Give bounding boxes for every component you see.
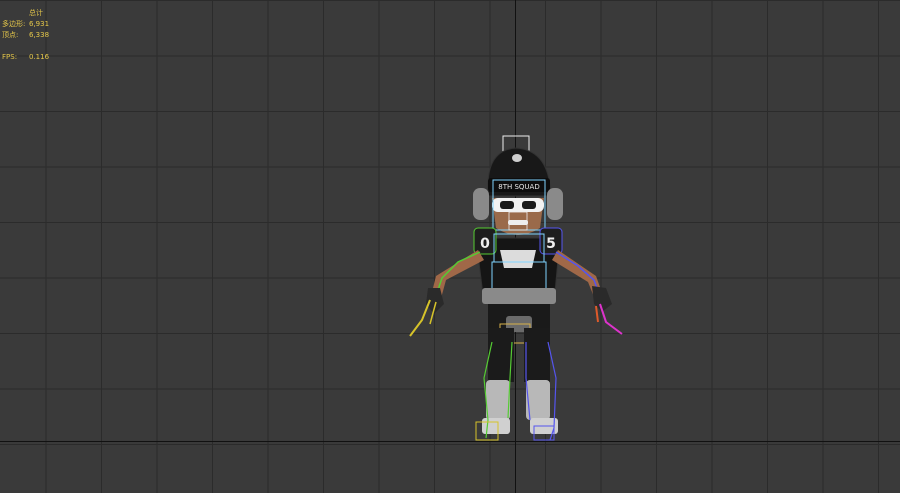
- goggles: [492, 198, 544, 212]
- polygons-label: 多边形:: [2, 20, 26, 28]
- scene-statistics-overlay: 总计 多边形: 6,931 顶点: 6,338 FPS: 0.116: [2, 8, 49, 63]
- vertices-label: 顶点:: [2, 31, 19, 39]
- vertices-value: 6,338: [29, 31, 50, 39]
- left-earpiece: [473, 188, 489, 220]
- left-boot: [486, 380, 510, 420]
- fps-value: 0.116: [29, 53, 50, 61]
- belt: [482, 288, 556, 304]
- stats-header: 总计: [29, 9, 43, 17]
- stats-fps-row: FPS: 0.116: [2, 52, 49, 63]
- left-pad-number: 0: [480, 236, 490, 252]
- right-earpiece: [547, 188, 563, 220]
- stats-polygons-row: 多边形: 6,931: [2, 19, 49, 30]
- stats-vertices-row: 顶点: 6,338: [2, 30, 49, 41]
- 3d-viewport[interactable]: 总计 多边形: 6,931 顶点: 6,338 FPS: 0.116 8TH S…: [0, 0, 900, 493]
- helmet-logo: [512, 154, 522, 162]
- helmet-band-text: 8TH SQUAD: [498, 183, 539, 191]
- right-pad-number: 5: [546, 236, 556, 252]
- polygons-value: 6,931: [29, 20, 50, 28]
- goggle-lens-left: [500, 201, 514, 209]
- left-hand-bone: [409, 299, 431, 337]
- fps-label: FPS:: [2, 53, 18, 61]
- right-finger-bone: [595, 305, 599, 323]
- chest-plate: [500, 250, 536, 268]
- right-thigh: [524, 328, 550, 382]
- goggle-lens-right: [522, 201, 536, 209]
- mouth: [508, 220, 528, 225]
- character-model[interactable]: 8TH SQUAD 0 5: [400, 128, 640, 448]
